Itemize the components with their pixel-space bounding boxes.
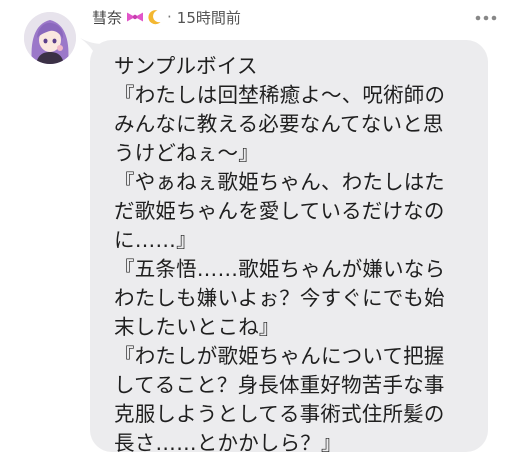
message-line: してること？身長体重好物苦手な事 [114, 373, 445, 397]
timestamp: 15時間前 [176, 8, 241, 27]
crescent-moon-icon [148, 9, 162, 25]
message-line: みんなに教える必要なんてないと思 [114, 112, 444, 136]
message-line: 『やぁねぇ歌姫ちゃん、わたしはた [114, 170, 445, 194]
message-line: うけどねぇ〜』 [114, 141, 259, 165]
message-line: 『五条悟……歌姫ちゃんが嫌いなら [114, 257, 446, 281]
message-line: 『わたしは回埜稀癒よ〜、呪術師の [114, 83, 446, 107]
post-meta: 彗奈 · 15時間前 [92, 6, 241, 28]
message-bubble: サンプルボイス 『わたしは回埜稀癒よ〜、呪術師の みんなに教える必要なんてないと… [90, 40, 488, 455]
message-line: わたしも嫌いよぉ？今すぐにでも始 [114, 286, 445, 310]
avatar-illustration [24, 12, 76, 64]
message-line: 克服しようとしてる事術式住所髪の [114, 402, 445, 426]
meta-separator: · [167, 8, 172, 26]
message-line: サンプルボイス [114, 54, 258, 78]
more-horizontal-icon [475, 15, 497, 21]
message-line: 『わたしが歌姫ちゃんについて把握 [114, 344, 445, 368]
message-line: 長さ……とかかしら？』 [114, 431, 342, 455]
avatar[interactable] [24, 12, 76, 64]
username[interactable]: 彗奈 [92, 7, 122, 28]
ribbon-icon [126, 11, 144, 23]
more-options-button[interactable] [474, 8, 498, 28]
message-line: だ歌姫ちゃんを愛しているだけなの [114, 199, 445, 223]
message-line: 末したいとこね』 [114, 315, 280, 339]
message-line: に……』 [114, 228, 197, 252]
